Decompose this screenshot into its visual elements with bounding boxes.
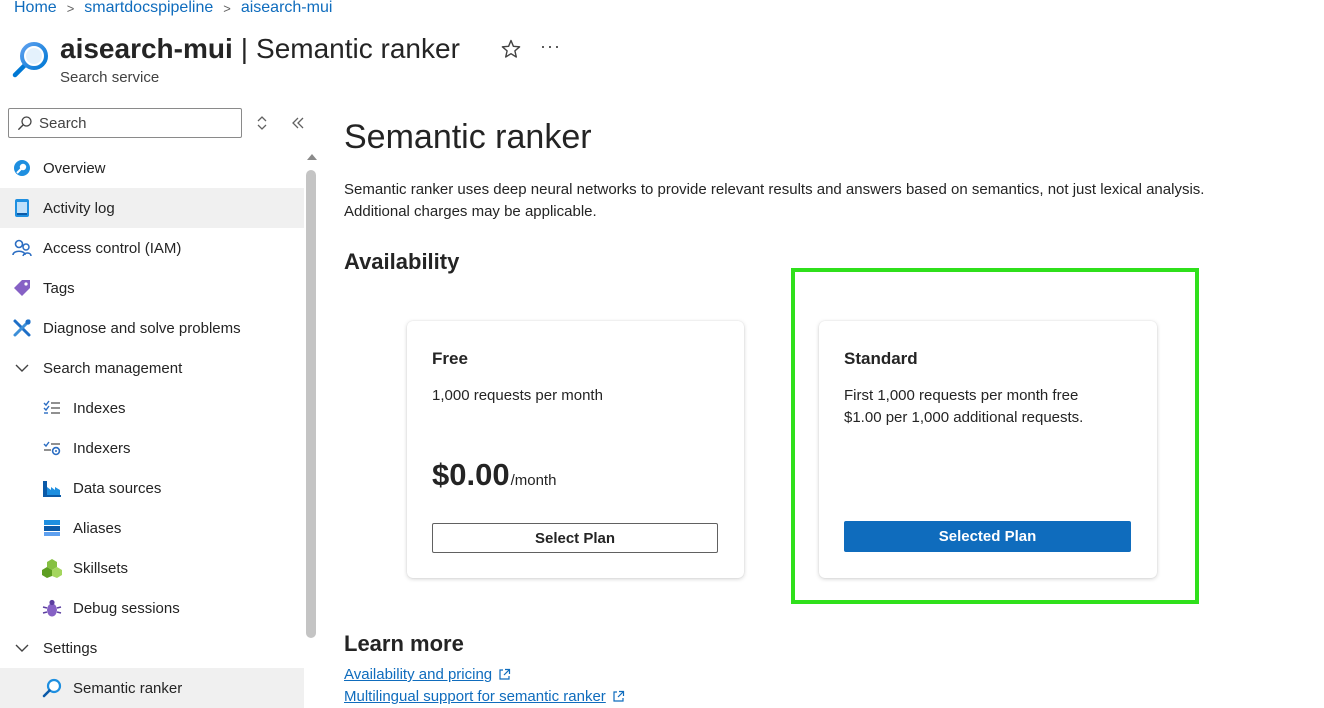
chevron-right-icon: > [66,0,75,16]
highlight-box [791,268,1199,604]
sidebar-item-indexes[interactable]: Indexes [0,388,304,428]
sidebar-item-label: Data sources [73,479,162,497]
link-text: Multilingual support for semantic ranker [344,688,606,705]
search-icon [18,116,32,130]
sidebar-item-access-control[interactable]: Access control (IAM) [0,228,304,268]
sidebar-item-tags[interactable]: Tags [0,268,304,308]
breadcrumb: Home > smartdocspipeline > aisearch-mui [14,0,332,18]
collapse-sidebar-icon[interactable] [290,114,306,132]
sidebar-item-label: Indexes [73,399,126,417]
aliases-icon [41,517,63,539]
plan-price: $0.00 /month [432,457,556,493]
star-icon[interactable] [500,38,522,60]
main-title: Semantic ranker [344,118,592,156]
learn-more-heading: Learn more [344,631,464,656]
bug-icon [41,597,63,619]
sidebar-item-label: Overview [43,159,106,177]
sidebar-item-label: Settings [43,639,98,657]
link-text: Availability and pricing [344,666,493,683]
free-plan-card: Free 1,000 requests per month $0.00 /mon… [407,321,744,578]
sidebar-search-placeholder: Search [39,114,87,132]
data-sources-icon [41,477,63,499]
activity-log-icon [11,197,33,219]
sidebar-item-label: Semantic ranker [73,679,183,697]
sidebar-scrollbar-thumb[interactable] [306,170,316,638]
sidebar-item-label: Indexers [73,439,131,457]
sidebar-item-label: Activity log [43,199,115,217]
page-title-bar: aisearch-mui | Semantic ranker [60,30,460,68]
sidebar-nav: Overview Activity log Access control (IA… [0,148,304,708]
more-options-icon[interactable]: ··· [540,36,561,57]
resource-name: aisearch-mui [60,33,233,64]
sidebar-item-indexers[interactable]: Indexers [0,428,304,468]
expand-collapse-icon[interactable] [254,114,270,132]
sidebar-item-label: Debug sessions [73,599,180,617]
indexes-icon [41,397,63,419]
sidebar-item-label: Skillsets [73,559,129,577]
select-plan-button[interactable]: Select Plan [432,523,718,553]
price-period: /month [510,472,557,489]
breadcrumb-resource-group-link[interactable]: smartdocspipeline [84,0,213,17]
price-amount: $0.00 [432,457,510,492]
sidebar-group-settings[interactable]: Settings [0,628,304,668]
availability-pricing-link[interactable]: Availability and pricing [344,666,511,683]
tag-icon [11,277,33,299]
sidebar-item-overview[interactable]: Overview [0,148,304,188]
external-link-icon [499,668,511,680]
sidebar-item-data-sources[interactable]: Data sources [0,468,304,508]
sidebar-item-skillsets[interactable]: Skillsets [0,548,304,588]
sidebar-item-semantic-ranker[interactable]: Semantic ranker [0,668,304,708]
sidebar-item-label: Access control (IAM) [43,239,182,257]
plan-name: Free [432,349,468,368]
chevron-right-icon: > [223,0,231,16]
breadcrumb-home-link[interactable]: Home [14,0,57,17]
sidebar-item-label: Aliases [73,519,122,537]
sidebar-item-label: Search management [43,359,183,377]
main-description: Semantic ranker uses deep neural network… [344,181,1205,220]
scroll-up-arrow-icon[interactable] [307,154,317,160]
search-service-icon [12,42,48,78]
availability-heading: Availability [344,249,460,274]
sidebar-search-input[interactable]: Search [8,108,242,138]
search-icon [41,677,63,699]
chevron-down-icon [11,637,33,659]
sidebar-item-activity-log[interactable]: Activity log [0,188,304,228]
breadcrumb-service-link[interactable]: aisearch-mui [241,0,333,17]
overview-icon [11,157,33,179]
people-icon [11,237,33,259]
multilingual-support-link[interactable]: Multilingual support for semantic ranker [344,688,625,705]
external-link-icon [613,690,624,702]
sidebar-item-aliases[interactable]: Aliases [0,508,304,548]
chevron-down-icon [11,357,33,379]
title-separator: | [240,33,249,64]
sidebar-group-search-management[interactable]: Search management [0,348,304,388]
sidebar-item-diagnose[interactable]: Diagnose and solve problems [0,308,304,348]
sidebar-item-label: Tags [43,279,75,297]
sidebar-item-debug-sessions[interactable]: Debug sessions [0,588,304,628]
wrench-icon [11,317,33,339]
sidebar-item-label: Diagnose and solve problems [43,319,241,337]
indexers-icon [41,437,63,459]
page-subtitle: Search service [60,69,160,86]
skillsets-icon [41,557,63,579]
page-name: Semantic ranker [256,33,460,64]
plan-description: 1,000 requests per month [432,387,603,404]
